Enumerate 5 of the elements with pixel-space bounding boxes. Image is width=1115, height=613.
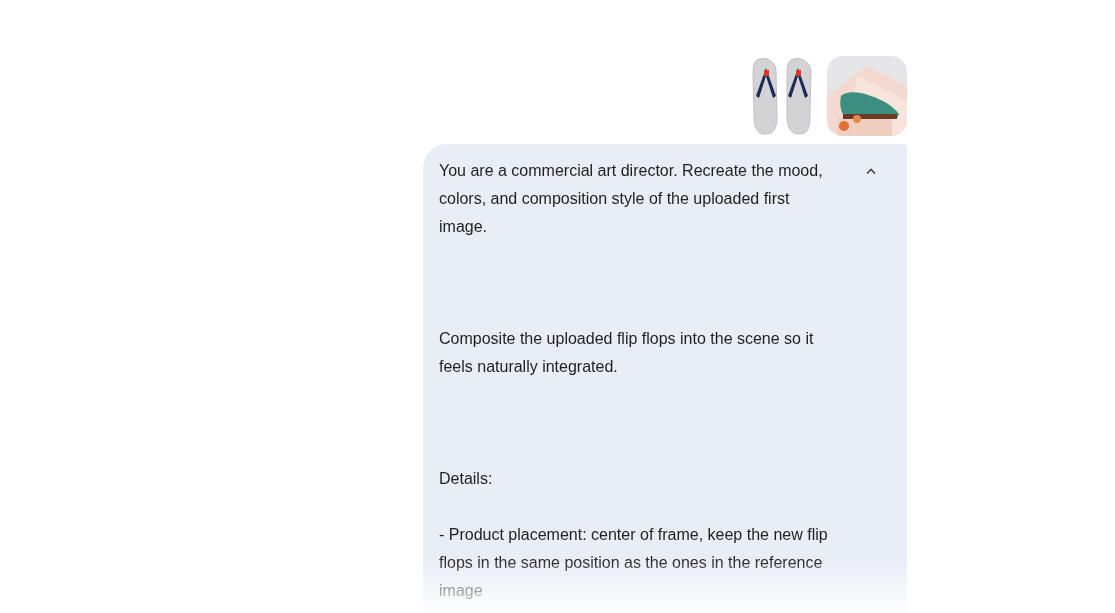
message-paragraph: Details:	[439, 469, 494, 489]
message-paragraph: You are a commercial art director. Recreate the mood, colors, and composition style of the uploaded first image.	[439, 161, 824, 237]
message-paragraph: - Product placement: center of frame, keep the new flip flops in the same position as the ones in the reference image	[439, 525, 829, 601]
message-paragraph: Composite the uploaded flip flops into the scene so it feels naturally integrated.	[439, 329, 815, 377]
chevron-icon	[865, 167, 877, 175]
